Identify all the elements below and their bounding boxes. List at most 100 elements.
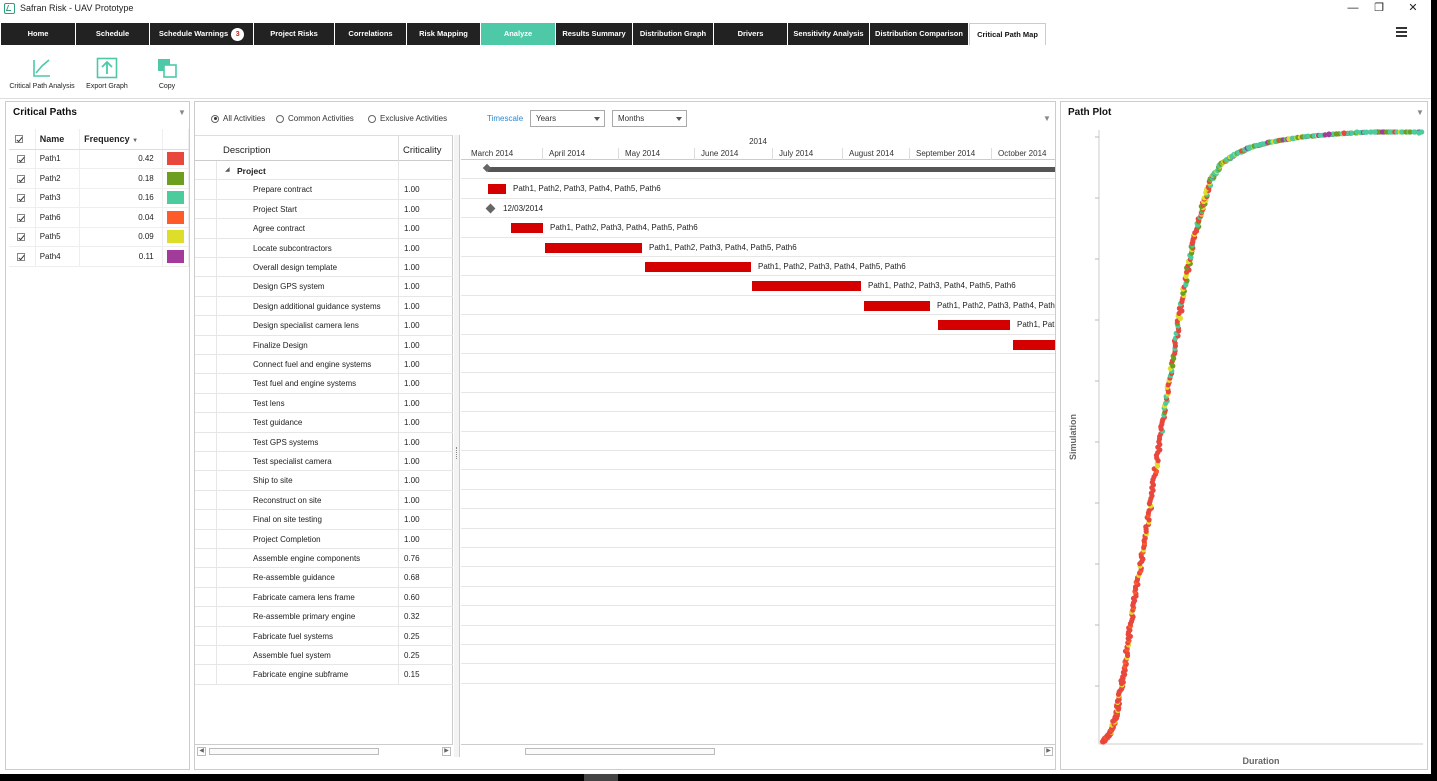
critical-path-row[interactable]: Path1 0.42 xyxy=(9,149,190,169)
path-checkbox[interactable] xyxy=(17,174,25,183)
activity-row[interactable]: Assemble fuel system 0.25 xyxy=(195,646,453,666)
activity-row[interactable]: Test GPS systems 1.00 xyxy=(195,432,453,452)
tab-analyze[interactable]: Analyze xyxy=(481,23,555,45)
activity-row[interactable]: Connect fuel and engine systems 1.00 xyxy=(195,355,453,375)
critical-path-row[interactable]: Path6 0.04 xyxy=(9,207,190,228)
exclusive-activities-radio[interactable]: Exclusive Activities xyxy=(368,114,447,123)
activity-row[interactable]: Overall design template 1.00 xyxy=(195,258,453,278)
pin-icon[interactable]: ▼ xyxy=(178,108,186,117)
activity-row[interactable]: Design additional guidance systems 1.00 xyxy=(195,296,453,317)
path-color-swatch[interactable] xyxy=(166,191,184,205)
critical-path-row[interactable]: Path3 0.16 xyxy=(9,188,190,208)
tab-home[interactable]: Home xyxy=(1,23,75,45)
gantt-row xyxy=(461,432,1055,451)
activity-row[interactable]: Fabricate camera lens frame 0.60 xyxy=(195,587,453,608)
activity-row[interactable]: Ship to site 1.00 xyxy=(195,471,453,491)
activity-row[interactable]: Test fuel and engine systems 1.00 xyxy=(195,374,453,394)
activity-row[interactable]: Design specialist camera lens 1.00 xyxy=(195,316,453,336)
scroll-right-icon[interactable]: ▶ xyxy=(1044,747,1053,756)
path-checkbox[interactable] xyxy=(17,233,25,242)
activity-row[interactable]: Project Completion 1.00 xyxy=(195,529,453,549)
pin-icon[interactable]: ▼ xyxy=(1043,114,1051,123)
tab-results-summary[interactable]: Results Summary xyxy=(556,23,632,45)
frequency-column-header[interactable]: Frequency ▼ xyxy=(79,129,163,150)
path-checkbox[interactable] xyxy=(17,155,25,164)
activity-row[interactable]: Re-assemble primary engine 0.32 xyxy=(195,607,453,627)
activity-row[interactable]: Fabricate fuel systems 0.25 xyxy=(195,626,453,646)
plot-point xyxy=(1416,130,1422,136)
activity-row[interactable]: Re-assemble guidance 0.68 xyxy=(195,568,453,588)
grid-horizontal-scrollbar[interactable]: ◀ ▶ xyxy=(195,744,453,757)
timescale-major-select[interactable]: Years xyxy=(530,110,605,127)
tab-correlations[interactable]: Correlations xyxy=(335,23,406,45)
tab-sensitivity-analysis[interactable]: Sensitivity Analysis xyxy=(788,23,869,45)
tab-schedule-warnings[interactable]: Schedule Warnings 3 xyxy=(150,23,253,45)
export-graph-button[interactable]: Export Graph xyxy=(84,57,130,90)
activity-criticality: 1.00 xyxy=(404,437,420,447)
all-activities-radio[interactable]: All Activities xyxy=(211,114,265,123)
path-checkbox[interactable] xyxy=(17,213,25,222)
hamburger-menu-icon[interactable] xyxy=(1396,27,1407,37)
description-column-header[interactable]: Description xyxy=(223,145,271,156)
activity-bar[interactable] xyxy=(938,320,1010,331)
gantt-horizontal-scrollbar[interactable]: ▶ xyxy=(461,744,1055,757)
select-all-checkbox[interactable] xyxy=(15,135,23,144)
path-color-swatch[interactable] xyxy=(166,171,184,185)
restore-icon[interactable]: ❐ xyxy=(1362,0,1396,18)
activity-row[interactable]: Final on site testing 1.00 xyxy=(195,510,453,530)
criticality-column-header[interactable]: Criticality xyxy=(403,145,442,156)
critical-path-analysis-button[interactable]: Critical Path Analysis xyxy=(6,57,78,90)
critical-path-row[interactable]: Path2 0.18 xyxy=(9,168,190,189)
gantt-row xyxy=(461,529,1055,548)
activity-row[interactable]: Project Start 1.00 xyxy=(195,199,453,220)
path-color-swatch[interactable] xyxy=(166,152,184,166)
chart-line-icon xyxy=(31,57,53,79)
activity-bar[interactable] xyxy=(488,184,506,195)
activity-row[interactable]: Finalize Design 1.00 xyxy=(195,335,453,355)
grid-gantt-splitter[interactable] xyxy=(454,135,460,757)
activity-row[interactable]: Fabricate engine subframe 0.15 xyxy=(195,665,453,685)
tab-distribution-comparison[interactable]: Distribution Comparison xyxy=(870,23,968,45)
tab-project-risks[interactable]: Project Risks xyxy=(254,23,334,45)
path-checkbox[interactable] xyxy=(17,194,25,203)
timescale-minor-select[interactable]: Months xyxy=(612,110,687,127)
tab-distribution-graph[interactable]: Distribution Graph xyxy=(633,23,713,45)
activity-row[interactable]: Test lens 1.00 xyxy=(195,393,453,414)
close-icon[interactable]: ✕ xyxy=(1396,0,1430,18)
activity-row[interactable]: Assemble engine components 0.76 xyxy=(195,549,453,569)
scroll-left-icon[interactable]: ◀ xyxy=(197,747,206,756)
tab-risk-mapping[interactable]: Risk Mapping xyxy=(407,23,480,45)
activity-row[interactable]: Test guidance 1.00 xyxy=(195,413,453,433)
activity-bar-label: Path1, Path2, Path3, Path4, Path5, Pat xyxy=(937,300,1055,310)
activity-bar[interactable] xyxy=(752,281,861,292)
path-color-swatch[interactable] xyxy=(166,249,184,263)
activity-row[interactable]: Prepare contract 1.00 xyxy=(195,180,453,200)
activity-bar[interactable] xyxy=(864,300,930,311)
activity-row[interactable]: Design GPS system 1.00 xyxy=(195,277,453,297)
critical-path-row[interactable]: Path5 0.09 xyxy=(9,227,190,247)
activity-row[interactable]: Test specialist camera 1.00 xyxy=(195,452,453,472)
project-summary-bar[interactable] xyxy=(488,167,1055,172)
path-color-swatch[interactable] xyxy=(166,210,184,224)
critical-path-row[interactable]: Path4 0.11 xyxy=(9,246,190,267)
tab-drivers[interactable]: Drivers xyxy=(714,23,787,45)
activity-row[interactable]: Locate subcontractors 1.00 xyxy=(195,238,453,258)
collapse-arrow-icon[interactable]: ◢ xyxy=(225,166,230,173)
activity-row[interactable]: Agree contract 1.00 xyxy=(195,219,453,239)
path-checkbox[interactable] xyxy=(17,252,25,261)
activity-bar[interactable] xyxy=(645,262,751,272)
name-column-header[interactable]: Name xyxy=(35,129,81,150)
gantt-row xyxy=(461,645,1055,665)
tab-schedule[interactable]: Schedule xyxy=(76,23,149,45)
scroll-right-icon[interactable]: ▶ xyxy=(442,747,451,756)
activity-row[interactable]: Reconstruct on site 1.00 xyxy=(195,490,453,511)
activity-bar[interactable] xyxy=(511,223,543,234)
activity-bar[interactable] xyxy=(1013,339,1055,350)
project-row[interactable]: ◢ Project xyxy=(195,161,453,181)
common-activities-radio[interactable]: Common Activities xyxy=(276,114,354,123)
copy-button[interactable]: Copy xyxy=(152,57,182,90)
path-color-swatch[interactable] xyxy=(166,230,184,244)
activity-bar[interactable] xyxy=(545,242,642,253)
tab-critical-path-map[interactable]: Critical Path Map xyxy=(969,23,1046,45)
activity-description: Test GPS systems xyxy=(253,437,319,447)
